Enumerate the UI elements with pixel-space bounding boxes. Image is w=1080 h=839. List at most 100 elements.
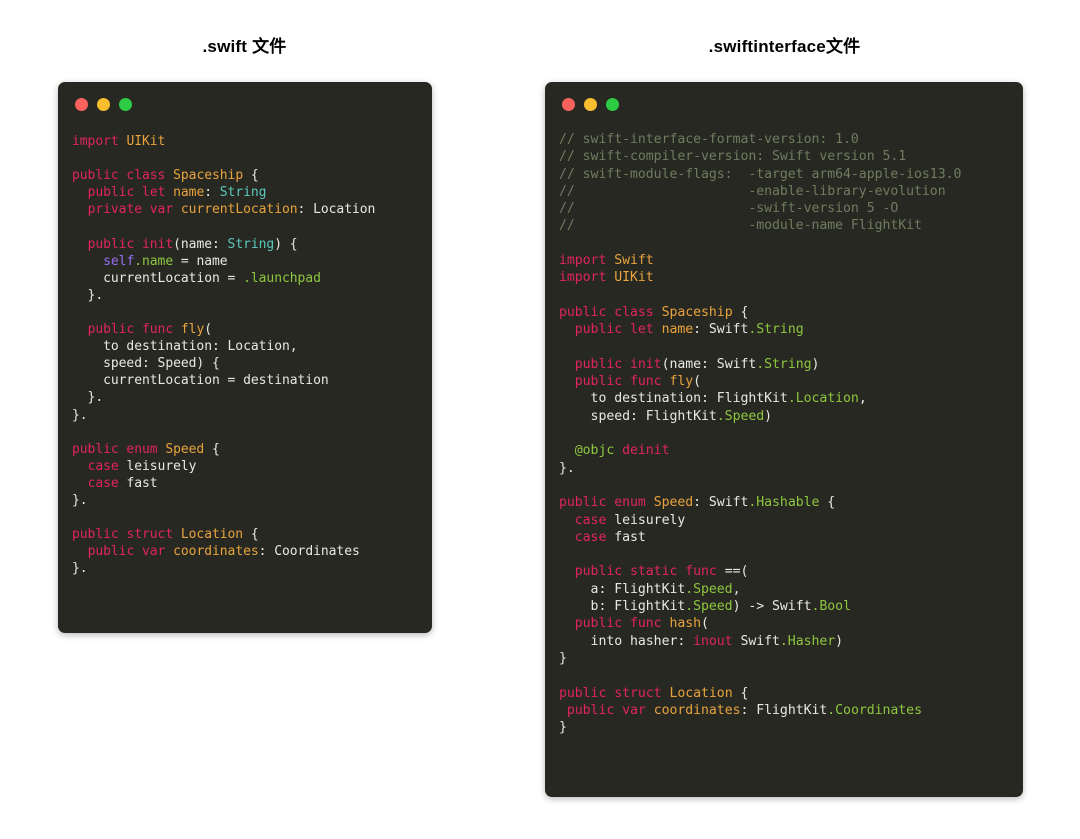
code-line: to destination: FlightKit.Location, (559, 390, 1009, 407)
code-line: ​ (559, 287, 1009, 304)
code-token: public enum (559, 495, 654, 511)
code-line: import UIKit (72, 133, 418, 150)
code-line: }. (72, 407, 418, 424)
minimize-button[interactable] (97, 98, 110, 111)
code-token: , (858, 391, 867, 407)
minimize-button[interactable] (584, 98, 597, 111)
code-token: Spaceship (661, 304, 733, 320)
code-token: ) -> Swift (732, 599, 812, 615)
close-button[interactable] (562, 98, 575, 111)
code-token: Speed (165, 441, 205, 457)
code-token: = name (173, 253, 228, 269)
code-line: public var coordinates: FlightKit.Coordi… (559, 702, 1009, 719)
swiftinterface-file-column: .swiftinterface文件 // swift-interface-for… (489, 0, 1080, 797)
code-token: public struct (72, 527, 181, 543)
code-token: : Coordinates (258, 544, 360, 560)
code-token: fly (180, 322, 205, 338)
code-token: : Location (297, 202, 376, 218)
code-line: case fast (72, 475, 418, 492)
code-line: ​ (559, 235, 1009, 252)
code-token: leisurely (614, 512, 686, 528)
code-line: // swift-compiler-version: Swift version… (559, 148, 1009, 165)
code-token: case (574, 529, 615, 545)
code-token: UIKit (614, 270, 654, 286)
code-line: public func fly( (559, 373, 1009, 390)
code-line: case leisurely (559, 512, 1009, 529)
window-controls (562, 98, 1009, 111)
code-token: .Bool (811, 599, 851, 615)
code-token: ) { (274, 236, 298, 252)
code-content-swift[interactable]: import UIKit​public class Spaceship { pu… (72, 133, 418, 577)
code-token: .Coordinates (827, 702, 922, 718)
code-line: // swift-module-flags: -target arm64-app… (559, 166, 1009, 183)
code-line: }. (72, 492, 418, 509)
code-token: }. (72, 287, 104, 303)
code-token: speed: Speed) { (72, 356, 220, 372)
code-line: public init(name: Swift.String) (559, 356, 1009, 373)
code-token: to destination: Location, (72, 339, 298, 355)
code-token: public func (574, 374, 670, 390)
maximize-button[interactable] (606, 98, 619, 111)
code-token: } (559, 720, 567, 736)
code-line: self.name = name (72, 253, 418, 270)
code-line: private var currentLocation: Location (72, 201, 418, 218)
code-token: .Hasher (779, 633, 836, 649)
code-line: public func fly( (72, 321, 418, 338)
code-line: public var coordinates: Coordinates (72, 543, 418, 560)
code-content-swiftinterface[interactable]: // swift-interface-format-version: 1.0 //… (559, 131, 1009, 736)
maximize-button[interactable] (119, 98, 132, 111)
code-token: public enum (72, 441, 166, 457)
code-token: : Swift (693, 495, 749, 511)
code-token: .Speed (716, 408, 765, 424)
code-token: : Swift (693, 322, 749, 338)
code-line: speed: Speed) { (72, 355, 418, 372)
code-token: }. (72, 407, 88, 423)
code-line: // -module-name FlightKit (559, 217, 1009, 234)
code-token: }. (72, 390, 104, 406)
code-token: Swift (614, 253, 654, 269)
code-line: currentLocation = destination (72, 372, 418, 389)
code-token: UIKit (126, 134, 166, 149)
code-token: leisurely (126, 458, 197, 474)
code-line: speed: FlightKit.Speed) (559, 408, 1009, 425)
code-token: fast (126, 475, 158, 491)
code-line: public let name: String (72, 184, 418, 201)
code-line: ​ (72, 150, 418, 167)
code-line: public struct Location { (72, 526, 418, 543)
code-token: .launchpad (243, 270, 321, 286)
code-token: import (72, 134, 127, 149)
code-token: deinit (622, 443, 670, 459)
code-token: Location (669, 685, 733, 701)
code-line: ​ (559, 425, 1009, 442)
code-token: public class (559, 304, 662, 320)
code-line: public struct Location { (559, 685, 1009, 702)
code-line: into hasher: inout Swift.Hasher) (559, 633, 1009, 650)
code-token: public var (566, 702, 654, 718)
code-token: inout (693, 633, 741, 649)
code-token: }. (72, 561, 88, 577)
code-token: .Speed (685, 581, 733, 597)
code-token: currentLocation (180, 202, 298, 218)
code-token: }. (72, 492, 88, 508)
code-token: currentLocation = (72, 270, 244, 286)
code-line: public func hash( (559, 615, 1009, 632)
page-title-swiftinterface: .swiftinterface文件 (708, 37, 861, 56)
code-line: ​ (72, 304, 418, 321)
code-token: Spaceship (173, 168, 244, 184)
code-line: } (559, 650, 1009, 667)
code-token: currentLocation = destination (72, 373, 329, 389)
close-button[interactable] (75, 98, 88, 111)
code-token: : (204, 185, 220, 201)
code-token: : FlightKit (740, 702, 828, 718)
code-token: public func (87, 322, 181, 338)
code-token: ==( (724, 564, 749, 580)
